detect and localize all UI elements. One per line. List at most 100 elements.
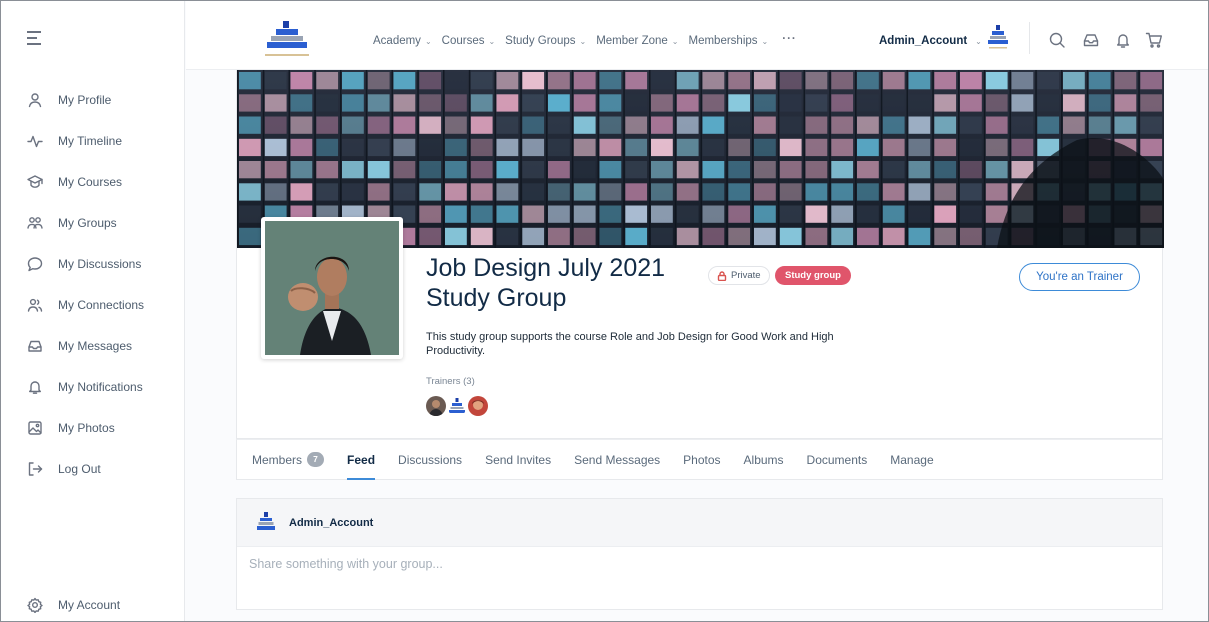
- sidebar-nav: My Profile My Timeline My Courses My Gro…: [1, 79, 185, 489]
- site-logo[interactable]: [258, 19, 316, 59]
- sidebar-item-label: My Messages: [58, 338, 133, 353]
- sidebar-item-my-photos[interactable]: My Photos: [1, 407, 185, 448]
- app-window: My Profile My Timeline My Courses My Gro…: [0, 0, 1209, 622]
- sidebar-item-my-notifications[interactable]: My Notifications: [1, 366, 185, 407]
- sidebar-item-my-discussions[interactable]: My Discussions: [1, 243, 185, 284]
- sidebar-item-my-connections[interactable]: My Connections: [1, 284, 185, 325]
- nav-label: Member Zone: [596, 35, 668, 47]
- sidebar-item-label: My Profile: [58, 92, 112, 107]
- tab-documents[interactable]: Documents: [807, 439, 868, 480]
- member-count-badge: 7: [307, 452, 325, 467]
- top-header: Academy ⌄ Courses ⌄ Study Groups ⌄ Member Z…: [186, 1, 1208, 70]
- tab-label: Feed: [347, 452, 376, 467]
- nav-label: Memberships: [688, 35, 758, 47]
- post-input[interactable]: [249, 557, 1129, 571]
- inbox-icon: [28, 340, 42, 352]
- user-connections-icon: [27, 298, 43, 312]
- nav-member-zone[interactable]: Member Zone ⌄: [596, 35, 678, 47]
- post-composer: Admin_Account: [236, 498, 1163, 610]
- sidebar-item-label: My Courses: [58, 174, 123, 189]
- group-tabs: Members 7 Feed Discussions Send Invites S…: [236, 439, 1163, 480]
- trainers-label: Trainers (3): [426, 376, 475, 387]
- tab-label: Photos: [683, 452, 721, 467]
- chevron-down-icon: ⌄: [761, 36, 769, 46]
- tab-label: Manage: [890, 452, 934, 467]
- tab-label: Documents: [806, 452, 868, 467]
- tab-label: Send Messages: [574, 452, 661, 467]
- tab-discussions[interactable]: Discussions: [398, 439, 462, 480]
- lock-icon: [717, 270, 727, 281]
- nav-courses[interactable]: Courses ⌄: [442, 35, 496, 47]
- sidebar-item-my-courses[interactable]: My Courses: [1, 161, 185, 202]
- chevron-down-icon: ⌄: [671, 36, 679, 46]
- chevron-down-icon: ⌄: [488, 36, 496, 46]
- post-author-name: Admin_Account: [289, 516, 374, 529]
- avatar[interactable]: [986, 23, 1010, 51]
- user-menu[interactable]: Admin_Account ⌄: [879, 35, 982, 47]
- inbox-icon[interactable]: [1082, 31, 1100, 49]
- nav-academy[interactable]: Academy ⌄: [373, 35, 432, 47]
- trainer-avatar[interactable]: [426, 396, 446, 416]
- tab-send-invites[interactable]: Send Invites: [485, 439, 551, 480]
- nav-more-button[interactable]: ···: [782, 31, 797, 47]
- bell-icon[interactable]: [1114, 31, 1132, 49]
- tab-label: Members: [252, 452, 303, 467]
- page-title: Job Design July 2021 Study Group: [426, 254, 666, 312]
- sidebar-item-label: My Discussions: [58, 256, 142, 271]
- sidebar-item-log-out[interactable]: Log Out: [1, 448, 185, 489]
- sidebar-item-label: My Groups: [58, 215, 117, 230]
- nav-memberships[interactable]: Memberships ⌄: [689, 35, 769, 47]
- tab-label: Discussions: [398, 452, 463, 467]
- left-sidebar: My Profile My Timeline My Courses My Gro…: [1, 1, 185, 621]
- group-description: This study group supports the course Rol…: [426, 331, 834, 357]
- post-composer-header: Admin_Account: [237, 499, 1162, 547]
- search-icon[interactable]: [1048, 31, 1066, 49]
- users-icon: [27, 216, 43, 229]
- tab-label: Albums: [743, 452, 784, 467]
- sidebar-account: My Account: [1, 584, 185, 621]
- tab-send-messages[interactable]: Send Messages: [574, 439, 660, 480]
- group-photo: [265, 221, 399, 355]
- sidebar-item-my-profile[interactable]: My Profile: [1, 79, 185, 120]
- group-avatar[interactable]: [261, 217, 403, 359]
- sidebar-item-label: My Timeline: [58, 133, 123, 148]
- user-icon: [28, 92, 42, 107]
- nav-label: Courses: [441, 35, 485, 47]
- main-nav: Academy ⌄ Courses ⌄ Study Groups ⌄ Member Z…: [373, 33, 807, 47]
- sidebar-toggle-icon[interactable]: [27, 31, 43, 45]
- sidebar-item-label: My Photos: [58, 420, 115, 435]
- sidebar-item-my-timeline[interactable]: My Timeline: [1, 120, 185, 161]
- sidebar-item-label: Log Out: [58, 461, 101, 476]
- sidebar-item-my-account[interactable]: My Account: [1, 584, 185, 621]
- tab-label: Send Invites: [485, 452, 552, 467]
- privacy-badge: Private: [708, 266, 770, 285]
- sidebar-item-label: My Connections: [58, 297, 145, 312]
- tab-manage[interactable]: Manage: [890, 439, 933, 480]
- sidebar-item-label: My Notifications: [58, 379, 143, 394]
- trainer-status-button[interactable]: You're an Trainer: [1019, 263, 1140, 291]
- sidebar-item-my-messages[interactable]: My Messages: [1, 325, 185, 366]
- trainer-avatars: [426, 396, 489, 416]
- tab-albums[interactable]: Albums: [744, 439, 784, 480]
- activity-icon: [27, 135, 43, 147]
- group-type-badge: Study group: [775, 266, 851, 285]
- privacy-badge-label: Private: [731, 270, 761, 281]
- avatar: [255, 510, 277, 536]
- trainer-avatar[interactable]: [447, 396, 467, 416]
- nav-label: Academy: [373, 35, 421, 47]
- cart-icon[interactable]: [1145, 31, 1163, 49]
- tab-feed[interactable]: Feed: [347, 439, 376, 480]
- tab-photos[interactable]: Photos: [683, 439, 720, 480]
- log-out-icon: [28, 461, 43, 476]
- nav-study-groups[interactable]: Study Groups ⌄: [505, 35, 586, 47]
- group-header-card: Job Design July 2021 Study Group Private…: [236, 70, 1164, 439]
- bell-icon: [29, 380, 41, 394]
- chevron-down-icon: ⌄: [579, 36, 587, 46]
- graduation-cap-icon: [27, 174, 43, 188]
- sidebar-item-my-groups[interactable]: My Groups: [1, 202, 185, 243]
- chevron-down-icon: ⌄: [975, 36, 982, 46]
- tab-members[interactable]: Members 7: [252, 439, 325, 480]
- user-name: Admin_Account: [879, 35, 968, 47]
- trainer-avatar[interactable]: [468, 396, 488, 416]
- sidebar-item-label: My Account: [58, 597, 121, 612]
